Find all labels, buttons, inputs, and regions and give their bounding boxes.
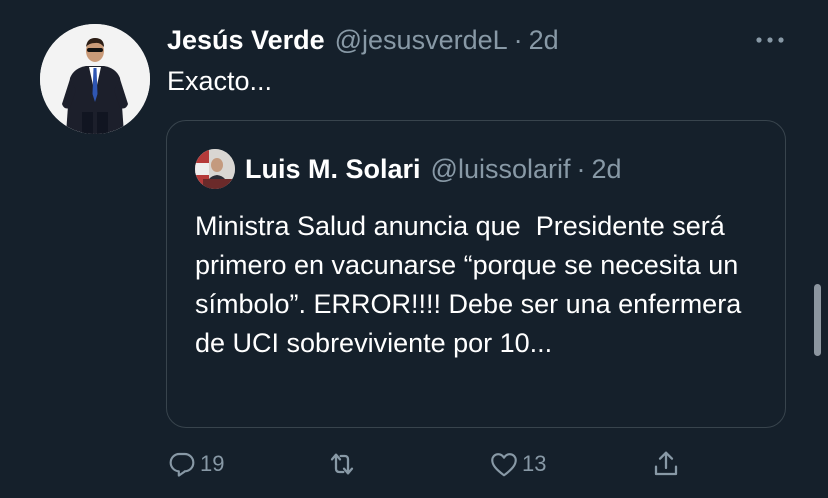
- author-handle[interactable]: @jesusverdeL: [335, 25, 508, 56]
- reply-button[interactable]: 19: [166, 444, 224, 484]
- profile-photo-icon: [40, 24, 150, 134]
- quoted-tweet-text: Ministra Salud anuncia que Presidente se…: [195, 211, 749, 358]
- quoted-profile-photo-icon: [195, 149, 235, 189]
- like-button[interactable]: 13: [488, 444, 546, 484]
- scrollbar-thumb[interactable]: [814, 284, 821, 356]
- quoted-author-handle[interactable]: @luissolarif: [431, 154, 571, 185]
- tweet-actions: 19 13: [166, 444, 706, 484]
- retweet-icon: [330, 453, 354, 475]
- tweet-text: Exacto...: [167, 66, 273, 96]
- reply-icon: [169, 452, 195, 477]
- quoted-tweet[interactable]: Luis M. Solari @luissolarif · 2d Ministr…: [166, 120, 786, 428]
- share-icon: [654, 451, 678, 476]
- author-avatar[interactable]: [40, 24, 150, 134]
- quoted-author-name[interactable]: Luis M. Solari: [245, 154, 421, 185]
- tweet-time[interactable]: 2d: [529, 25, 559, 56]
- like-icon: [491, 453, 517, 477]
- tweet-header: Jesús Verde @jesusverdeL · 2d: [167, 22, 559, 58]
- quoted-author-avatar[interactable]: [195, 149, 235, 189]
- share-button[interactable]: [650, 444, 682, 484]
- author-name[interactable]: Jesús Verde: [167, 25, 325, 56]
- more-icon[interactable]: [752, 30, 788, 50]
- quoted-tweet-time[interactable]: 2d: [591, 154, 621, 185]
- quoted-separator-dot: ·: [576, 153, 586, 184]
- separator-dot: ·: [513, 24, 523, 55]
- retweet-button[interactable]: [326, 444, 360, 484]
- quoted-tweet-header: Luis M. Solari @luissolarif · 2d: [245, 151, 622, 187]
- reply-count: 19: [200, 451, 225, 476]
- like-count: 13: [522, 451, 547, 476]
